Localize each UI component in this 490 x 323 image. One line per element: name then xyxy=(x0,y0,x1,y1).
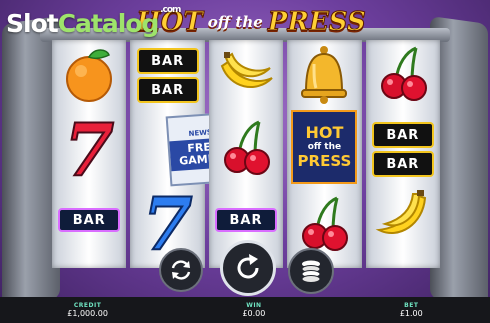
reels-area: 7 BAR BAR BAR NEWS! FREE GAMES! 7 BAR HO… xyxy=(52,40,441,268)
brand-part2: Catalog xyxy=(57,9,160,38)
bell-symbol xyxy=(301,46,348,104)
credit-meter: CREDIT £1,000.00 xyxy=(67,302,108,318)
orange-symbol xyxy=(66,49,113,102)
credit-value: £1,000.00 xyxy=(67,309,108,318)
cherry-symbol xyxy=(302,196,349,251)
win-meter: WIN £0.00 xyxy=(242,302,265,318)
red-seven-symbol: 7 xyxy=(63,107,115,192)
win-label: WIN xyxy=(246,302,262,309)
bar-top: BAR xyxy=(371,122,434,148)
title-off-the: off the xyxy=(207,13,263,31)
autoplay-arrows-icon xyxy=(171,260,191,280)
bar-label: BAR xyxy=(386,127,420,143)
reel-3: BAR xyxy=(208,40,284,268)
bet-label: BET xyxy=(404,302,419,309)
title-press: PRESS xyxy=(267,7,366,38)
bar-single-symbol: BAR xyxy=(58,208,121,232)
spin-arrow-icon xyxy=(237,254,259,279)
reel-2: BAR BAR NEWS! FREE GAMES! 7 xyxy=(130,40,240,268)
reel-5: BAR BAR xyxy=(365,40,441,268)
bar-label: BAR xyxy=(151,82,185,98)
logo-line3: PRESS xyxy=(297,152,352,170)
bar-bottom: BAR xyxy=(371,151,434,177)
bar-label: BAR xyxy=(151,53,185,69)
stake-button[interactable] xyxy=(288,248,334,294)
brand-watermark: SlotCatalog .com xyxy=(6,5,181,38)
bet-value: £1.00 xyxy=(399,309,423,318)
spin-button[interactable] xyxy=(220,240,276,296)
logo-line1: HOT xyxy=(305,123,344,142)
bar-label: BAR xyxy=(229,212,263,228)
banana-symbol xyxy=(375,190,426,234)
bet-meter: BET £1.00 xyxy=(400,302,423,318)
bar-bottom: BAR xyxy=(136,77,199,103)
cherry-symbol xyxy=(380,46,427,101)
autoplay-button[interactable] xyxy=(159,248,203,292)
banana-symbol xyxy=(220,52,273,88)
credit-label: CREDIT xyxy=(73,302,102,309)
cherry-symbol xyxy=(224,120,271,175)
bar-double-symbol: BAR BAR xyxy=(371,122,434,177)
brand-part1: Slot xyxy=(6,9,59,38)
hot-off-the-press-logo-symbol: HOT off the PRESS xyxy=(291,110,358,184)
win-value: £0.00 xyxy=(242,309,266,318)
reel-1: 7 BAR xyxy=(52,40,127,268)
brand-suffix: .com xyxy=(160,5,181,15)
bar-label: BAR xyxy=(72,212,106,228)
bar-label: BAR xyxy=(386,156,420,172)
bar-single-symbol: BAR xyxy=(215,208,278,232)
coin-stack-icon xyxy=(301,260,321,283)
bar-double-symbol: BAR BAR xyxy=(136,48,199,103)
bar-top: BAR xyxy=(136,48,199,74)
meter-bar: CREDIT £1,000.00 WIN £0.00 BET £1.00 xyxy=(0,297,490,323)
reel-4: HOT off the PRESS xyxy=(287,40,362,268)
